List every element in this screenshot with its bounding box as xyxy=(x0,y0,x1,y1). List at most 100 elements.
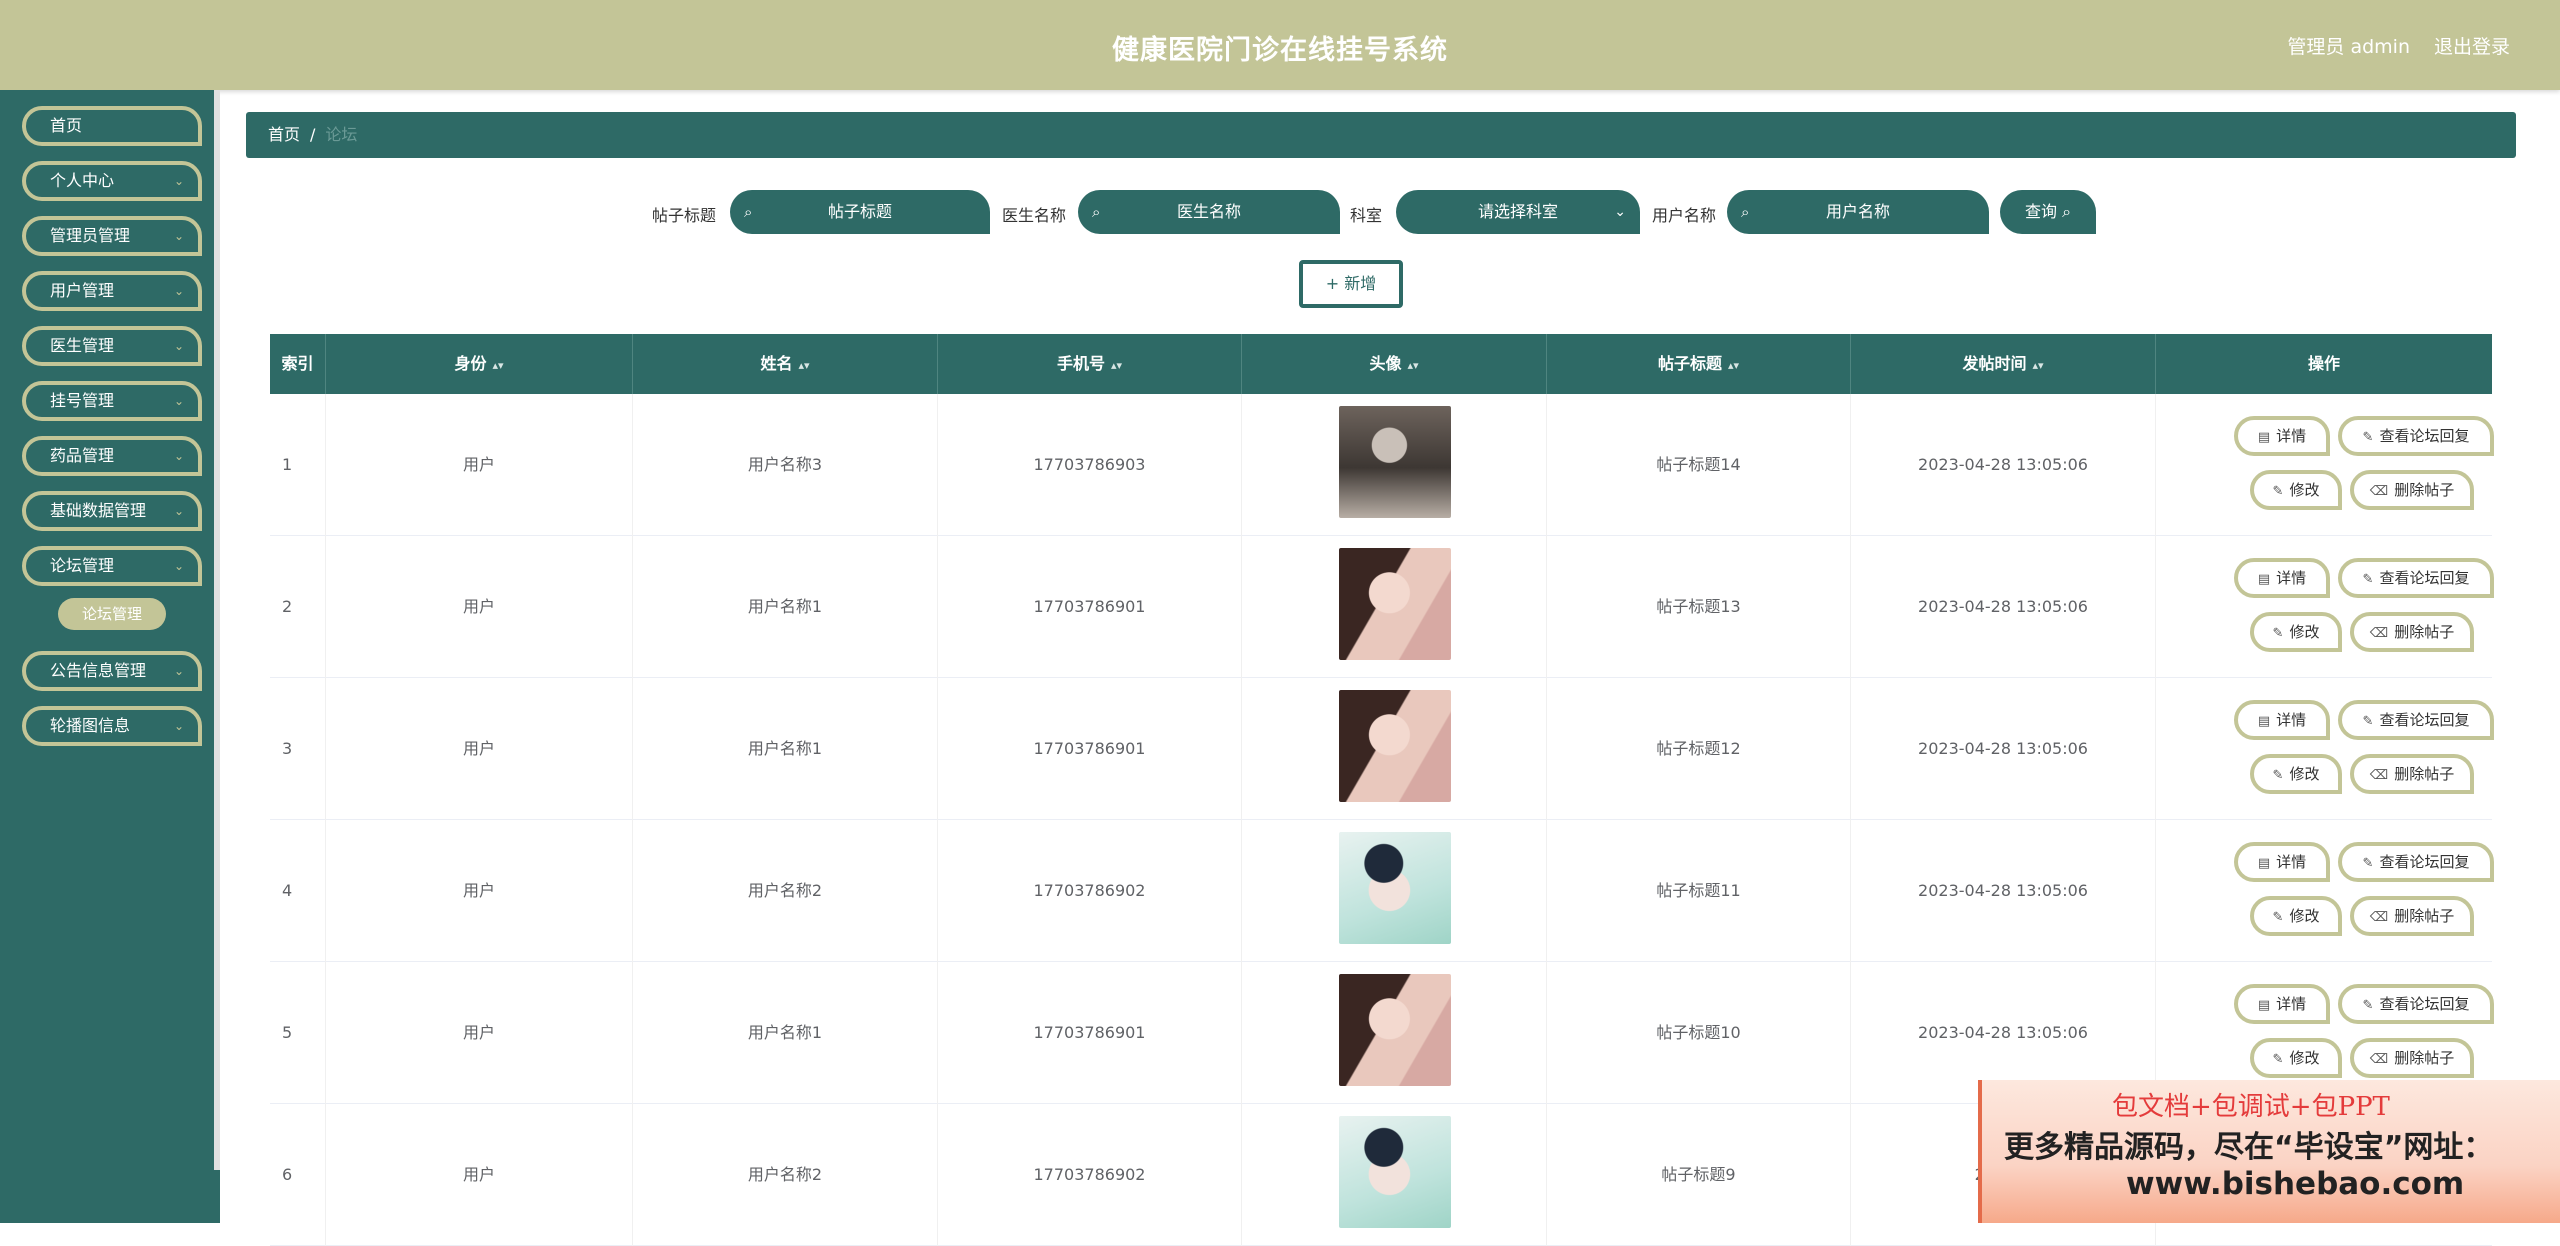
edit-button[interactable]: ✎ 修改 xyxy=(2250,754,2342,794)
actions-cell: ▤ 详情 ✎ 查看论坛回复 ✎ 修改 ⌫ 删除帖子 xyxy=(2156,678,2494,820)
post-title-placeholder: 帖子标题 xyxy=(827,202,892,221)
sidebar-item-admin[interactable]: 管理员管理 ⌄ xyxy=(22,216,202,256)
view-reply-button[interactable]: ✎ 查看论坛回复 xyxy=(2338,700,2494,740)
table-row: 3 用户 用户名称1 17703786901 帖子标题12 2023-04-28 13:0… xyxy=(270,678,2494,820)
avatar xyxy=(1339,1116,1451,1228)
cell-name: 用户名称1 xyxy=(633,536,938,678)
avatar xyxy=(1339,406,1451,518)
sidebar-item-basedata[interactable]: 基础数据管理 ⌄ xyxy=(22,491,202,531)
sidebar-item-label: 医生管理 xyxy=(50,336,115,355)
col-avatar[interactable]: 头像 ▴▾ xyxy=(1242,334,1547,394)
sidebar-item-label: 论坛管理 xyxy=(50,556,115,575)
sidebar-item-label: 挂号管理 xyxy=(50,391,115,410)
cell-time: 2023-04-28 13:05:06 xyxy=(1851,394,2156,536)
document-icon: ▤ xyxy=(2257,714,2271,729)
breadcrumb-current: 论坛 xyxy=(325,125,358,144)
dept-placeholder: 请选择科室 xyxy=(1477,202,1558,221)
sidebar-item-notice[interactable]: 公告信息管理 ⌄ xyxy=(22,651,202,691)
table-header: 索引 身份 ▴▾ 姓名 ▴▾ 手机号 ▴▾ 头像 ▴▾ 帖子标题 ▴▾ 发帖时间 ▴▾ 操作 xyxy=(270,334,2492,394)
chevron-down-icon: ⌄ xyxy=(173,284,184,298)
detail-button[interactable]: ▤ 详情 xyxy=(2234,558,2330,598)
sidebar-item-forum[interactable]: 论坛管理 ⌄ xyxy=(22,546,202,586)
delete-button-label: 删除帖子 xyxy=(2394,623,2455,641)
sidebar-subitem-forum[interactable]: 论坛管理 xyxy=(58,598,166,630)
add-button[interactable]: + 新增 xyxy=(1299,260,1403,308)
chevron-down-icon: ⌄ xyxy=(173,394,184,408)
col-time[interactable]: 发帖时间 ▴▾ xyxy=(1851,334,2156,394)
cell-title: 帖子标题10 xyxy=(1547,962,1851,1104)
logout-button[interactable]: 退出登录 xyxy=(2434,32,2510,59)
edit-button[interactable]: ✎ 修改 xyxy=(2250,1038,2342,1078)
view-reply-button-label: 查看论坛回复 xyxy=(2379,853,2470,871)
col-index: 索引 xyxy=(270,334,326,394)
chevron-down-icon: ⌄ xyxy=(173,719,184,733)
view-reply-button[interactable]: ✎ 查看论坛回复 xyxy=(2338,416,2494,456)
sort-icon: ▴▾ xyxy=(1110,359,1123,372)
post-title-label: 帖子标题 xyxy=(652,206,717,225)
cell-role: 用户 xyxy=(326,820,633,962)
sidebar-item-registration[interactable]: 挂号管理 ⌄ xyxy=(22,381,202,421)
delete-button[interactable]: ⌫ 删除帖子 xyxy=(2350,470,2474,510)
sort-icon: ▴▾ xyxy=(2032,359,2044,372)
edit-button-label: 修改 xyxy=(2289,907,2320,925)
sidebar-item-doctors[interactable]: 医生管理 ⌄ xyxy=(22,326,202,366)
col-role[interactable]: 身份 ▴▾ xyxy=(326,334,633,394)
cell-name: 用户名称1 xyxy=(633,962,938,1104)
user-input[interactable]: ⌕ 用户名称 xyxy=(1727,190,1989,234)
pencil-icon: ✎ xyxy=(2272,1052,2284,1067)
dept-select[interactable]: 请选择科室 ⌄ xyxy=(1396,190,1640,234)
view-reply-button[interactable]: ✎ 查看论坛回复 xyxy=(2338,558,2494,598)
chevron-down-icon: ⌄ xyxy=(173,449,184,463)
sidebar-item-carousel[interactable]: 轮播图信息 ⌄ xyxy=(22,706,202,746)
detail-button[interactable]: ▤ 详情 xyxy=(2234,842,2330,882)
query-button[interactable]: 查询 ⌕ xyxy=(2000,190,2096,234)
pencil-icon: ✎ xyxy=(2362,430,2374,445)
sidebar-item-label: 公告信息管理 xyxy=(50,661,147,680)
cell-role: 用户 xyxy=(326,1104,633,1246)
delete-button[interactable]: ⌫ 删除帖子 xyxy=(2350,1038,2474,1078)
sidebar-item-users[interactable]: 用户管理 ⌄ xyxy=(22,271,202,311)
view-reply-button[interactable]: ✎ 查看论坛回复 xyxy=(2338,842,2494,882)
edit-button[interactable]: ✎ 修改 xyxy=(2250,612,2342,652)
breadcrumb-home[interactable]: 首页 xyxy=(268,125,300,144)
detail-button[interactable]: ▤ 详情 xyxy=(2234,984,2330,1024)
col-name[interactable]: 姓名 ▴▾ xyxy=(633,334,938,394)
detail-button[interactable]: ▤ 详情 xyxy=(2234,700,2330,740)
detail-button[interactable]: ▤ 详情 xyxy=(2234,416,2330,456)
delete-button[interactable]: ⌫ 删除帖子 xyxy=(2350,896,2474,936)
sidebar: 首页 个人中心 ⌄ 管理员管理 ⌄ 用户管理 ⌄ 医生管理 ⌄ 挂号管理 ⌄ 药品管理 ⌄ … xyxy=(0,90,220,1223)
edit-button[interactable]: ✎ 修改 xyxy=(2250,896,2342,936)
avatar-cell xyxy=(1242,536,1547,678)
chevron-down-icon: ⌄ xyxy=(173,664,184,678)
avatar-cell xyxy=(1242,678,1547,820)
search-icon: ⌕ xyxy=(1741,203,1750,221)
col-title[interactable]: 帖子标题 ▴▾ xyxy=(1547,334,1851,394)
chevron-down-icon: ⌄ xyxy=(173,339,184,353)
watermark-line2: 更多精品源码，尽在“毕设宝”网址： xyxy=(2004,1130,2494,1165)
trash-icon: ⌫ xyxy=(2369,484,2389,499)
user-label: 用户名称 xyxy=(1652,206,1717,225)
col-actions: 操作 xyxy=(2307,354,2340,373)
sidebar-item-personal[interactable]: 个人中心 ⌄ xyxy=(22,161,202,201)
doctor-input[interactable]: ⌕ 医生名称 xyxy=(1078,190,1340,234)
col-phone[interactable]: 手机号 ▴▾ xyxy=(938,334,1242,394)
pencil-icon: ✎ xyxy=(2362,714,2374,729)
cell-idx: 5 xyxy=(270,962,326,1104)
edit-button-label: 修改 xyxy=(2289,623,2320,641)
cell-role: 用户 xyxy=(326,678,633,820)
trash-icon: ⌫ xyxy=(2369,768,2389,783)
doctor-label: 医生名称 xyxy=(1002,206,1067,225)
edit-button[interactable]: ✎ 修改 xyxy=(2250,470,2342,510)
cell-name: 用户名称1 xyxy=(633,678,938,820)
post-title-input[interactable]: ⌕ 帖子标题 xyxy=(730,190,990,234)
cell-title: 帖子标题14 xyxy=(1547,394,1851,536)
edit-button-label: 修改 xyxy=(2289,481,2320,499)
delete-button[interactable]: ⌫ 删除帖子 xyxy=(2350,612,2474,652)
col-title-label: 帖子标题 xyxy=(1657,354,1722,373)
sidebar-scrollbar[interactable] xyxy=(214,90,220,1170)
sidebar-item-medicine[interactable]: 药品管理 ⌄ xyxy=(22,436,202,476)
sidebar-item-home[interactable]: 首页 xyxy=(22,106,202,146)
detail-button-label: 详情 xyxy=(2276,711,2307,729)
delete-button[interactable]: ⌫ 删除帖子 xyxy=(2350,754,2474,794)
view-reply-button[interactable]: ✎ 查看论坛回复 xyxy=(2338,984,2494,1024)
